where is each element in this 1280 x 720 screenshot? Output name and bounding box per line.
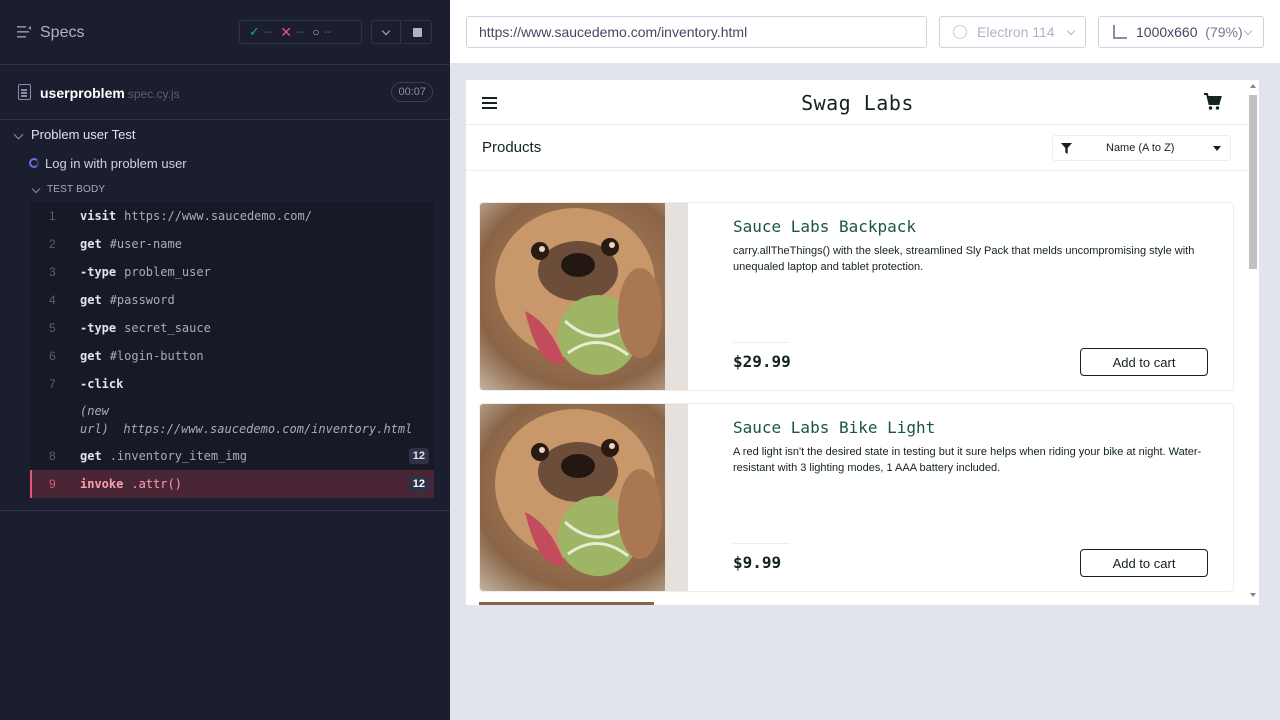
product-price: $9.99 xyxy=(733,553,782,572)
suite-title[interactable]: Problem user Test xyxy=(31,127,136,142)
scrollbar-thumb[interactable] xyxy=(1249,95,1257,269)
pending-circle-icon: ○ xyxy=(312,25,320,39)
passed-stat: ✓ -- xyxy=(249,24,272,39)
stop-button[interactable] xyxy=(402,20,432,44)
app-under-test-frame: Swag Labs Products Name (A to Z) Sauce L… xyxy=(466,80,1259,605)
product-image[interactable] xyxy=(480,203,688,390)
chevron-down-icon xyxy=(381,26,391,36)
options-dropdown-button[interactable] xyxy=(371,20,401,44)
test-body-label[interactable]: TEST BODY xyxy=(47,184,105,195)
app-logo: Swag Labs xyxy=(801,91,914,115)
url-bar[interactable]: https://www.saucedemo.com/inventory.html xyxy=(466,16,927,48)
scroll-down-icon[interactable] xyxy=(1250,593,1256,597)
browser-selector[interactable]: Electron 114 xyxy=(939,16,1086,48)
chevron-down-icon[interactable] xyxy=(13,129,24,140)
command-row[interactable]: 5 -type secret_sauce xyxy=(30,314,434,342)
scroll-up-icon[interactable] xyxy=(1250,84,1256,88)
file-icon xyxy=(18,84,31,100)
product-description: A red light isn't the desired state in t… xyxy=(733,446,1202,474)
specs-label[interactable]: Specs xyxy=(40,24,84,42)
page-title: Products xyxy=(482,139,542,156)
command-row[interactable]: 6 get #login-button xyxy=(30,342,434,370)
command-row[interactable]: 2 get #user-name xyxy=(30,230,434,258)
running-spinner-icon xyxy=(29,158,39,168)
spec-file-header: userproblem spec.cy.js 00:07 xyxy=(0,65,450,120)
caret-down-icon xyxy=(1213,146,1221,151)
x-icon: ✕ xyxy=(280,23,292,40)
reporter-header: Specs ✓ -- ✕ -- ○ -- xyxy=(0,0,450,65)
command-log: 1 visit https://www.saucedemo.com/ 2 get #… xyxy=(30,202,434,498)
command-row[interactable]: 3 -type problem_user xyxy=(30,258,434,286)
new-url-row[interactable]: (new url) https://www.saucedemo.com/inve… xyxy=(30,398,434,442)
command-row[interactable]: 4 get #password xyxy=(30,286,434,314)
add-to-cart-button[interactable]: Add to cart xyxy=(1080,348,1208,376)
sort-select[interactable]: Name (A to Z) xyxy=(1052,135,1231,161)
shopping-cart-icon[interactable] xyxy=(1203,93,1222,111)
aut-scrollbar[interactable] xyxy=(1249,84,1257,604)
chevron-down-icon[interactable] xyxy=(31,184,41,194)
check-icon: ✓ xyxy=(249,24,260,39)
command-row[interactable]: 8 get .inventory_item_img 12 xyxy=(30,442,434,470)
spec-duration: 00:07 xyxy=(391,82,433,102)
divider xyxy=(733,543,790,544)
pending-stat: ○ -- xyxy=(312,25,331,39)
product-description: carry.allTheThings() with the sleek, str… xyxy=(733,245,1195,273)
chevron-down-icon xyxy=(1066,26,1076,36)
viewport-info[interactable]: 1000x660 (79%) xyxy=(1098,16,1264,48)
add-to-cart-button[interactable]: Add to cart xyxy=(1080,549,1208,577)
stop-icon xyxy=(413,28,422,37)
product-image[interactable] xyxy=(480,404,688,591)
element-count-badge: 12 xyxy=(408,476,429,492)
inventory-item: Sauce Labs Bike Light A red light isn't … xyxy=(479,403,1234,592)
command-row[interactable]: 7 -click xyxy=(30,370,434,398)
divider xyxy=(0,510,450,511)
spec-name[interactable]: userproblem spec.cy.js xyxy=(40,85,180,101)
ruler-icon xyxy=(1113,25,1127,39)
product-price: $29.99 xyxy=(733,352,791,371)
app-header: Swag Labs xyxy=(466,80,1249,125)
filter-icon xyxy=(1061,143,1072,154)
product-name-link[interactable]: Sauce Labs Bike Light xyxy=(733,418,935,437)
electron-icon xyxy=(953,25,967,39)
cypress-reporter: Specs ✓ -- ✕ -- ○ -- userproblem spec.cy.… xyxy=(0,0,450,720)
chevron-down-icon xyxy=(1243,26,1253,36)
failed-command-row[interactable]: 9 invoke .attr() 12 xyxy=(30,470,434,498)
aut-header: https://www.saucedemo.com/inventory.html… xyxy=(450,0,1280,64)
element-count-badge: 12 xyxy=(408,448,429,464)
next-item-peek xyxy=(479,602,654,605)
failed-stat: ✕ -- xyxy=(280,23,304,40)
command-row[interactable]: 1 visit https://www.saucedemo.com/ xyxy=(30,202,434,230)
test-stats: ✓ -- ✕ -- ○ -- xyxy=(239,20,362,44)
specs-list-icon[interactable] xyxy=(17,25,32,39)
test-title[interactable]: Log in with problem user xyxy=(45,156,187,171)
divider xyxy=(733,342,790,343)
inventory-item: Sauce Labs Backpack carry.allTheThings()… xyxy=(479,202,1234,391)
product-name-link[interactable]: Sauce Labs Backpack xyxy=(733,217,916,236)
products-header: Products Name (A to Z) xyxy=(466,125,1249,171)
